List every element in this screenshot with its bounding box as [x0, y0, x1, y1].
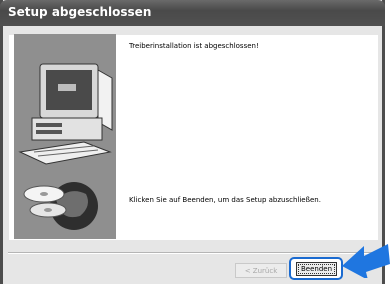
window-title: Setup abgeschlossen	[8, 5, 152, 19]
completion-message: Treiberinstallation ist abgeschlossen!	[129, 42, 259, 50]
arrow-left-icon	[342, 244, 390, 278]
finish-button-label: Beenden	[297, 264, 336, 274]
setup-artwork	[14, 34, 116, 239]
title-bar: Setup abgeschlossen	[0, 0, 385, 26]
back-button[interactable]: < Zurück	[235, 263, 287, 278]
footer-divider	[8, 252, 377, 254]
finish-button[interactable]: Beenden	[296, 262, 337, 276]
instruction-message: Klicken Sie auf Beenden, um das Setup ab…	[129, 196, 321, 204]
computer-illustration-icon	[18, 63, 113, 230]
